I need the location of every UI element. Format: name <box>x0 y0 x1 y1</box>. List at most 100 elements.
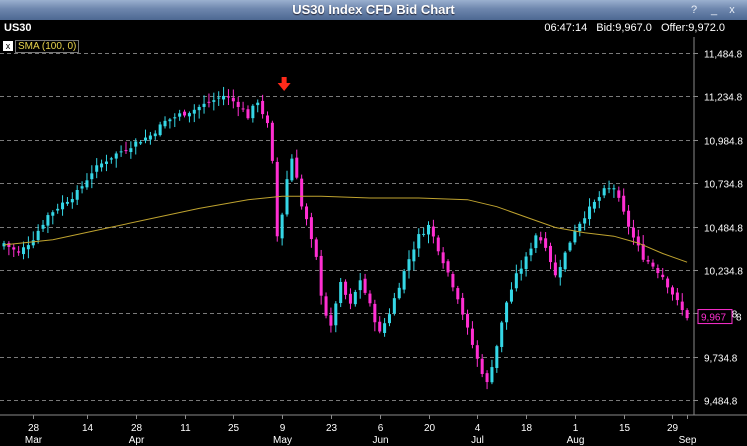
candle-body <box>329 315 333 326</box>
candle-body <box>651 262 655 267</box>
candle-body <box>75 190 79 200</box>
candle-body <box>41 224 45 229</box>
candle-body <box>314 239 318 257</box>
candle-body <box>641 244 645 260</box>
candle-body <box>119 151 123 153</box>
candle-body <box>524 256 528 270</box>
candle-body <box>153 133 157 137</box>
candle-body <box>300 178 304 207</box>
candle-body <box>500 322 504 347</box>
candle-body <box>100 163 104 168</box>
candle-body <box>383 323 387 333</box>
candle-body <box>363 278 367 293</box>
candle-body <box>670 287 674 295</box>
candle-body <box>407 259 411 271</box>
candle-body <box>646 260 650 262</box>
y-tick-label: 10,484.8 <box>704 224 743 235</box>
sma-remove-icon[interactable]: x <box>3 41 13 51</box>
candle-body <box>51 212 55 216</box>
x-month-label: Sep <box>679 435 697 446</box>
x-tick-label: 6 <box>378 423 384 434</box>
candle-body <box>597 197 601 201</box>
candle-body <box>392 298 396 314</box>
x-tick-label: 25 <box>228 423 240 434</box>
candle-body <box>592 201 596 209</box>
candle-body <box>17 251 21 253</box>
candle-body <box>231 97 235 102</box>
x-tick-label: 28 <box>28 423 40 434</box>
candle-body <box>270 122 274 161</box>
help-button[interactable]: ? <box>687 3 701 17</box>
x-tick-label: 23 <box>326 423 338 434</box>
candle-body <box>563 252 567 270</box>
candle-body <box>90 173 94 180</box>
candle-body <box>70 198 74 203</box>
candle-body <box>505 302 509 323</box>
candle-body <box>558 267 562 278</box>
candle-body <box>348 293 352 304</box>
candle-body <box>548 245 553 263</box>
candle-body <box>163 120 167 127</box>
candle-body <box>148 135 152 140</box>
candles-group <box>2 86 689 390</box>
candle-body <box>265 115 270 124</box>
candle-body <box>456 288 460 300</box>
sma-legend-label[interactable]: SMA (100, 0) <box>15 39 80 53</box>
candle-body <box>114 153 118 159</box>
candle-body <box>480 358 484 374</box>
candle-body <box>65 201 69 204</box>
candlestick-chart[interactable]: 9,484.89,734.89,984.810,234.810,484.810,… <box>0 37 747 446</box>
candle-body <box>207 101 211 103</box>
quote-offer: Offer:9,972.0 <box>660 22 725 34</box>
candle-body <box>656 267 660 274</box>
candle-body <box>514 273 518 289</box>
candle-body <box>334 303 338 326</box>
candle-body <box>661 274 665 278</box>
candle-body <box>26 245 30 250</box>
candle-body <box>12 247 16 250</box>
x-tick-label: 11 <box>180 423 191 434</box>
candle-body <box>31 240 35 246</box>
x-tick-label: 29 <box>667 423 679 434</box>
candle-body <box>602 188 606 196</box>
candle-body <box>309 217 313 240</box>
candle-body <box>183 111 187 116</box>
y-tick-label: 10,734.8 <box>704 180 743 191</box>
candle-body <box>36 230 40 241</box>
candle-body <box>631 227 635 238</box>
candle-body <box>222 95 226 100</box>
candle-body <box>466 313 470 328</box>
candle-body <box>685 310 689 319</box>
x-month-label: Jun <box>372 435 388 446</box>
candle-body <box>417 234 421 249</box>
candle-body <box>129 148 133 152</box>
candle-body <box>387 314 391 324</box>
candle-body <box>358 280 362 291</box>
candle-body <box>622 195 626 212</box>
close-button[interactable]: x <box>725 3 739 17</box>
candle-body <box>22 247 26 255</box>
candle-body <box>197 106 201 111</box>
candle-body <box>378 321 382 332</box>
candle-body <box>178 113 182 117</box>
candle-body <box>241 108 245 110</box>
candle-body <box>402 271 406 290</box>
candle-body <box>139 142 143 144</box>
candle-body <box>280 214 284 239</box>
candle-body <box>680 301 684 311</box>
y-tick-label: 11,234.8 <box>704 93 743 104</box>
candle-body <box>573 230 577 243</box>
y-tick-label: 11,484.8 <box>704 50 743 61</box>
candle-body <box>104 161 108 164</box>
current-price-label: 9,967 <box>701 313 726 324</box>
candle-body <box>261 100 265 115</box>
minimize-button[interactable]: _ <box>707 3 721 17</box>
candle-body <box>397 287 401 299</box>
candle-body <box>426 224 431 235</box>
x-tick-label: 14 <box>82 423 94 434</box>
candle-body <box>461 297 465 315</box>
x-month-label: Aug <box>567 435 585 446</box>
quote-bid: Bid:9,967.0 <box>596 22 652 34</box>
candle-body <box>412 249 416 262</box>
x-tick-label: 28 <box>131 423 143 434</box>
